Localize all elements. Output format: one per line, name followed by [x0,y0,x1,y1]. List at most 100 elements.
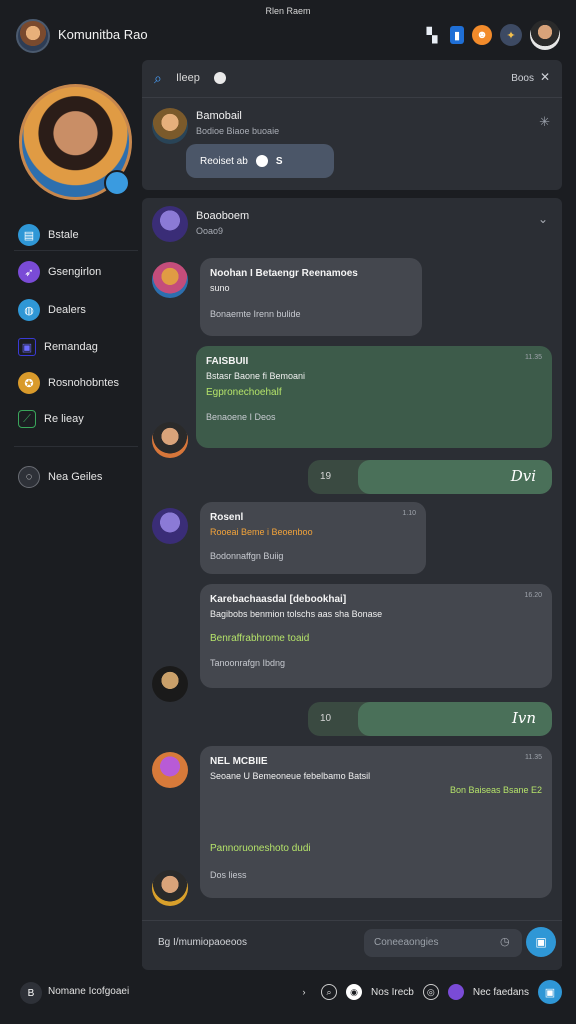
message-highlight: Benraffrabhrome toaid [210,633,310,644]
app-title: Komunitba Rao [58,27,148,42]
message-avatar[interactable] [152,422,188,458]
message-title: NEL MCBIIE [210,756,268,767]
message-avatar[interactable] [152,508,188,544]
sidebar-item-label: Nea Geiles [48,471,103,483]
message-bubble: Noohan I Betaengr Reenamoes suno Bonaemt… [200,258,422,336]
main-panel: ⌕ Ileep Boos ✕ Bamobail Bodioe Biaoe buo… [142,60,562,970]
profile-avatar[interactable] [530,20,560,50]
message-highlight: Egpronechoehalf [206,387,282,398]
message-title: FAISBUII [206,356,249,367]
message-input[interactable]: Coneeaongies [364,929,522,957]
message-bubble: 16.20 Karebachaasdal [debookhai] Bagibob… [200,584,552,688]
search-option[interactable]: Boos [511,73,534,84]
search-icon[interactable]: ⌕ [321,984,338,1000]
pinned-subtitle: Bodioe Biaoe buoaie [196,126,280,136]
sent-text: Ivn [358,702,552,736]
sidebar-item-2[interactable]: ◍ Dealers [18,298,86,322]
chevron-down-icon[interactable]: ⌄ [538,212,548,226]
message-text: Seoane U Bemeoneue febelbamo Batsil [210,771,371,781]
compose-button[interactable]: ▣ [538,980,562,1004]
chip-label: Reoiset ab [200,155,248,167]
chat-avatar[interactable] [152,206,188,242]
filter-icon[interactable] [214,72,226,84]
message-avatar[interactable] [152,666,188,702]
sidebar-item-label: Re lieay [44,413,84,425]
chat-name: Boaoboem [196,210,250,222]
sidebar-item-0[interactable]: ▤ Bstale [18,223,79,247]
message-text: Rooeai Beme i Beoenboo [210,527,313,537]
bottom-bar: B Nomane Icofgoaei › ⌕ ◉ Nos Irecb ◎ Nec… [0,974,576,1014]
toggle-icon[interactable]: ◉ [346,984,363,1000]
layout-icon[interactable]: ▚ [422,25,442,45]
search-bar[interactable]: ⌕ Ileep Boos ✕ [142,60,562,98]
emoji-icon[interactable]: ☻ [472,25,492,45]
badge-icon: ✪ [18,372,40,394]
bookmark-icon[interactable]: ▮ [450,26,464,44]
chevron-right-icon[interactable]: › [296,984,312,1000]
message-time: 11.35 [525,754,542,761]
sidebar-item-label: Remandag [44,341,98,353]
top-bar: Komunitba Rao ▚ ▮ ☻ ✦ [0,14,576,58]
message-bubble: 11.35 NEL MCBIIE Seoane U Bemeoneue febe… [200,746,552,898]
bottom-actions: › ⌕ ◉ Nos Irecb ◎ Nec faedans ▣ [296,980,562,1004]
message-footer: Bodonnaffgn Buiig [210,551,284,561]
divider [14,250,138,251]
sidebar-item-5[interactable]: ⟋ Re lieay [18,407,84,431]
search-icon: ⌕ [154,70,162,86]
settings-icon[interactable]: ✦ [500,24,522,46]
sidebar-item-1[interactable]: ➶ Gsengirlon [18,260,101,284]
leaf-icon: ⟋ [18,410,36,428]
message-title: Karebachaasdal [debookhai] [210,594,347,605]
bottom-label-1[interactable]: Nos Irecb [371,987,414,998]
document-icon: ▤ [18,224,40,246]
message-text: Bagibobs benmion tolschs aas sha Bonase [210,609,383,619]
bottom-label-2[interactable]: Nec faedans [473,987,529,998]
message-text: Bstasr Baone fi Bemoani [206,371,306,381]
avatar-icon[interactable] [447,984,464,1000]
search-input[interactable]: Ileep [176,72,200,84]
sent-message: 10 Ivn [308,702,552,736]
chat-icon: ◌ [18,466,40,488]
group-icon: ◍ [18,299,40,321]
message-footer: Tanoonrafgn Ibdng [210,658,286,668]
sidebar-item-label: Rosnohobntes [48,377,119,389]
pin-icon[interactable]: ✳ [539,114,550,130]
message-footer: Dos liess [210,870,247,880]
pinned-chip[interactable]: Reoiset ab S [186,144,334,178]
send-button[interactable]: ▣ [526,927,556,957]
composer: Bg I/mumiopaoeoos Coneeaongies ◷ ▣ [142,920,562,966]
message-time: 11.35 [525,354,542,361]
rocket-icon: ➶ [18,261,40,283]
sidebar-item-label: Bstale [48,229,79,241]
close-icon[interactable]: ✕ [540,70,550,84]
pinned-name: Bamobail [196,110,242,122]
search-card: ⌕ Ileep Boos ✕ Bamobail Bodioe Biaoe buo… [142,60,562,190]
clock-icon[interactable]: ◷ [500,935,510,948]
bottom-status: Nomane Icofgoaei [48,986,130,997]
composer-label: Bg I/mumiopaoeoos [158,937,247,948]
sidebar-item-4[interactable]: ✪ Rosnohobntes [18,371,119,395]
message-avatar[interactable] [152,870,188,906]
toggle-icon [255,155,268,167]
message-time: 16.20 [524,592,542,599]
message-text: suno [210,283,230,293]
chat-subtitle: Ooao9 [196,226,224,236]
sent-message: 19 Dvi [308,460,552,494]
sidebar-item-6[interactable]: ◌ Nea Geiles [18,465,102,489]
message-avatar[interactable] [152,262,188,298]
sync-icon: S [275,155,283,167]
divider [14,446,138,447]
message-highlight: Pannoruoneshoto dudi [210,843,311,854]
info-icon[interactable]: ◎ [422,984,439,1000]
message-footer: Bonaemte Irenn bulide [210,309,301,319]
sidebar: ▤ Bstale ➶ Gsengirlon ◍ Dealers ▣ Remand… [0,60,142,970]
sidebar-item-3[interactable]: ▣ Remandag [18,335,98,359]
community-avatar[interactable] [16,19,50,53]
chat-card: Boaoboem Ooao9 ⌄ Noohan I Betaengr Reena… [142,198,562,970]
bottom-badge[interactable]: B [20,982,42,1004]
message-avatar[interactable] [152,752,188,788]
message-title: Noohan I Betaengr Reenamoes [210,268,358,279]
pinned-avatar[interactable] [152,108,188,144]
sidebar-item-label: Dealers [48,304,86,316]
message-side-text: Bon Baiseas Bsane E2 [449,785,542,795]
